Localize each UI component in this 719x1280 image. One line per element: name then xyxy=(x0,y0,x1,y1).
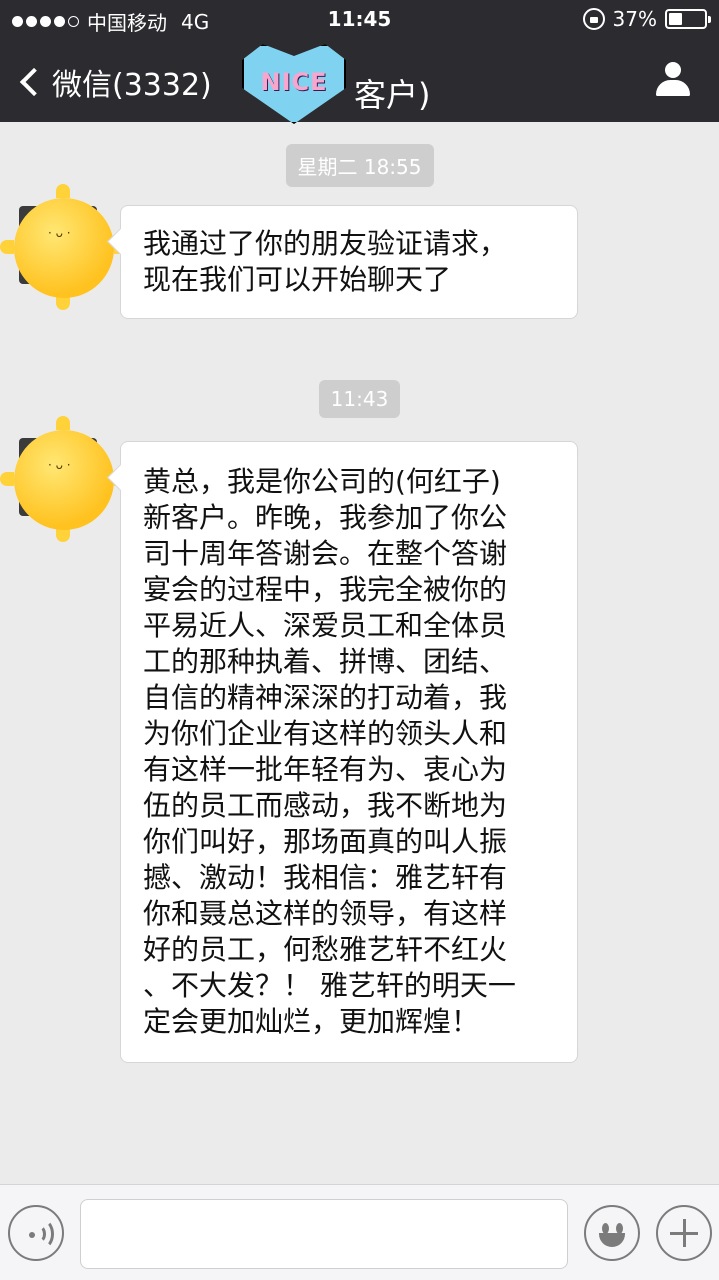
sun-ray xyxy=(56,184,70,198)
title-text: 客户) xyxy=(354,76,431,114)
battery-icon xyxy=(665,9,711,29)
message-text-line: 你和聂总这样的领导，有这样 xyxy=(143,897,508,930)
person-body xyxy=(656,80,690,96)
back-button[interactable]: 微信(3332) xyxy=(18,60,212,104)
voice-arc xyxy=(32,1219,54,1249)
top-bar: 中国移动 4G 11:45 37% 微信(3332) NICE 客户) xyxy=(0,0,719,124)
chat-title: NICE 客户) xyxy=(240,44,431,126)
input-bar xyxy=(0,1184,719,1280)
sun-ray xyxy=(56,528,70,542)
sun-ray xyxy=(0,472,14,486)
voice-icon[interactable] xyxy=(8,1205,64,1261)
message-text-line: 定会更加灿烂，更加辉煌！ xyxy=(143,1005,480,1038)
title-sticker: NICE xyxy=(234,40,354,126)
plus-bar xyxy=(683,1219,686,1247)
back-label: 微信(3332) xyxy=(52,68,212,103)
timestamp-label: 星期二 18:55 xyxy=(285,144,434,187)
message-text-line: 平易近人、深爱员工和全体员 xyxy=(143,609,508,642)
sun-ray xyxy=(56,296,70,310)
avatar[interactable]: · ᴗ · xyxy=(0,412,128,542)
plus-icon[interactable] xyxy=(656,1205,712,1261)
avatar[interactable]: · ᴗ · xyxy=(0,180,128,310)
message-text-line: 宴会的过程中，我完全被你的 xyxy=(143,573,508,606)
message-text-line: 伍的员工而感动，我不断地为 xyxy=(143,789,508,822)
message-text-line: 司十周年答谢会。在整个答谢 xyxy=(143,537,508,570)
message-text-line: 撼、激动！我相信：雅艺轩有 xyxy=(143,861,508,894)
emoji-mouth xyxy=(599,1233,625,1247)
sun-icon xyxy=(14,430,114,530)
battery-fill xyxy=(669,13,682,25)
rotation-lock-icon xyxy=(582,8,605,30)
sticker-text: NICE xyxy=(260,68,328,96)
nav-bar: 微信(3332) NICE 客户) xyxy=(0,40,719,124)
message-text-line: 、不大发？！ 雅艺轩的明天一 xyxy=(143,969,516,1002)
message-bubble[interactable]: 黄总，我是你公司的(何红子) 新客户。昨晚，我参加了你公 司十周年答谢会。在整个答谢… xyxy=(120,441,578,1063)
sun-ray xyxy=(56,416,70,430)
message-text-line: 我通过了你的朋友验证请求， xyxy=(143,227,508,260)
sun-face: · ᴗ · xyxy=(48,226,71,240)
battery-percent: 37% xyxy=(612,7,657,31)
message-text-line: 现在我们可以开始聊天了 xyxy=(143,263,452,296)
sun-ray xyxy=(0,240,14,254)
message-input[interactable] xyxy=(80,1199,568,1269)
message-text-line: 好的员工，何愁雅艺轩不红火 xyxy=(143,933,508,966)
message-text-line: 黄总，我是你公司的(何红子) xyxy=(143,465,501,498)
message-text-line: 为你们企业有这样的领头人和 xyxy=(143,717,508,750)
timestamp-label: 11:43 xyxy=(318,380,401,418)
message-text-line: 新客户。昨晚，我参加了你公 xyxy=(143,501,508,534)
person-head xyxy=(665,62,681,78)
message-text-line: 有这样一批年轻有为、衷心为 xyxy=(143,753,508,786)
message-text-line: 工的那种执着、拼博、团结、 xyxy=(143,645,508,678)
emoji-icon[interactable] xyxy=(584,1205,640,1261)
message-text-line: 自信的精神深深的打动着，我 xyxy=(143,681,508,714)
sun-icon xyxy=(14,198,114,298)
chat-screen: 中国移动 4G 11:45 37% 微信(3332) NICE 客户) 星期二 … xyxy=(0,0,719,1280)
message-text-line: 你们叫好，那场面真的叫人振 xyxy=(143,825,508,858)
status-right: 37% xyxy=(582,7,711,31)
message-bubble[interactable]: 我通过了你的朋友验证请求， 现在我们可以开始聊天了 xyxy=(120,205,578,319)
chevron-left-icon xyxy=(19,67,49,97)
status-bar: 中国移动 4G 11:45 37% xyxy=(0,0,719,40)
sun-face: · ᴗ · xyxy=(48,458,71,472)
person-icon[interactable] xyxy=(655,62,691,98)
